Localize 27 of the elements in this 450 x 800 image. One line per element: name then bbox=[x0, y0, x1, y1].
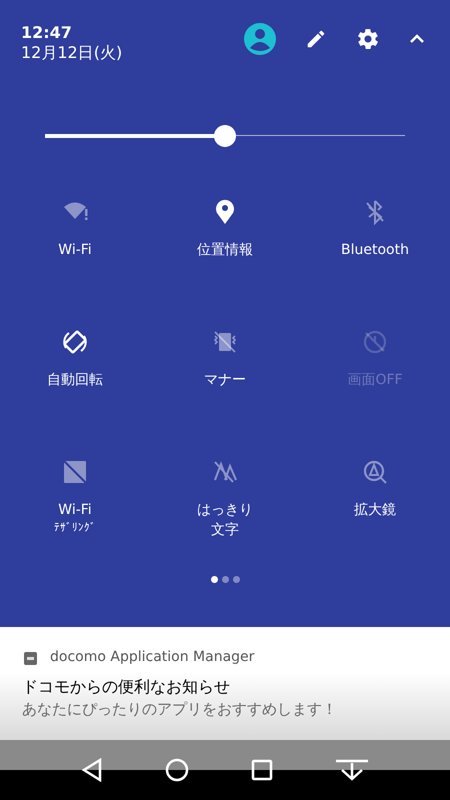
brightness-slider[interactable] bbox=[45, 125, 405, 147]
tile-label[interactable]: 位置情報 bbox=[197, 240, 253, 260]
tile-label[interactable]: 自動回転 bbox=[47, 370, 103, 390]
notification-text: あなたにぴったりのアプリをおすすめします！ bbox=[22, 699, 338, 720]
notification-card[interactable]: docomo Application Manager ドコモからの便利なお知らせ あなたにぴったりのアプリをおすすめします！ bbox=[0, 627, 450, 740]
user-icon[interactable] bbox=[244, 23, 276, 55]
rotate-icon[interactable] bbox=[61, 328, 89, 356]
download-icon[interactable] bbox=[335, 758, 369, 782]
magnifier-icon[interactable] bbox=[361, 458, 389, 486]
recents-icon[interactable] bbox=[251, 759, 273, 781]
back-icon[interactable] bbox=[81, 758, 103, 782]
tile-label[interactable]: 拡大鏡 bbox=[354, 500, 396, 520]
chevron-up-icon[interactable] bbox=[409, 34, 425, 44]
tile-label[interactable]: 文字 bbox=[211, 520, 239, 540]
date: 12月12日(火) bbox=[21, 43, 122, 63]
tile-label[interactable]: はっきり bbox=[197, 500, 253, 520]
app-name: docomo Application Manager bbox=[50, 648, 254, 667]
clock-time: 12:47 bbox=[21, 23, 73, 43]
tile-label[interactable]: ﾃｻﾞﾘﾝｸﾞ bbox=[54, 520, 96, 536]
tile-label[interactable]: Wi-Fi bbox=[58, 500, 92, 520]
tile-label[interactable]: Bluetooth bbox=[341, 240, 409, 260]
pencil-icon[interactable] bbox=[305, 28, 327, 50]
tile-label[interactable]: Wi-Fi bbox=[58, 240, 92, 260]
tile-label[interactable]: マナー bbox=[204, 370, 246, 390]
notification-title: ドコモからの便利なお知らせ bbox=[22, 676, 231, 698]
settings-icon[interactable] bbox=[356, 27, 380, 51]
home-icon[interactable] bbox=[165, 758, 189, 782]
